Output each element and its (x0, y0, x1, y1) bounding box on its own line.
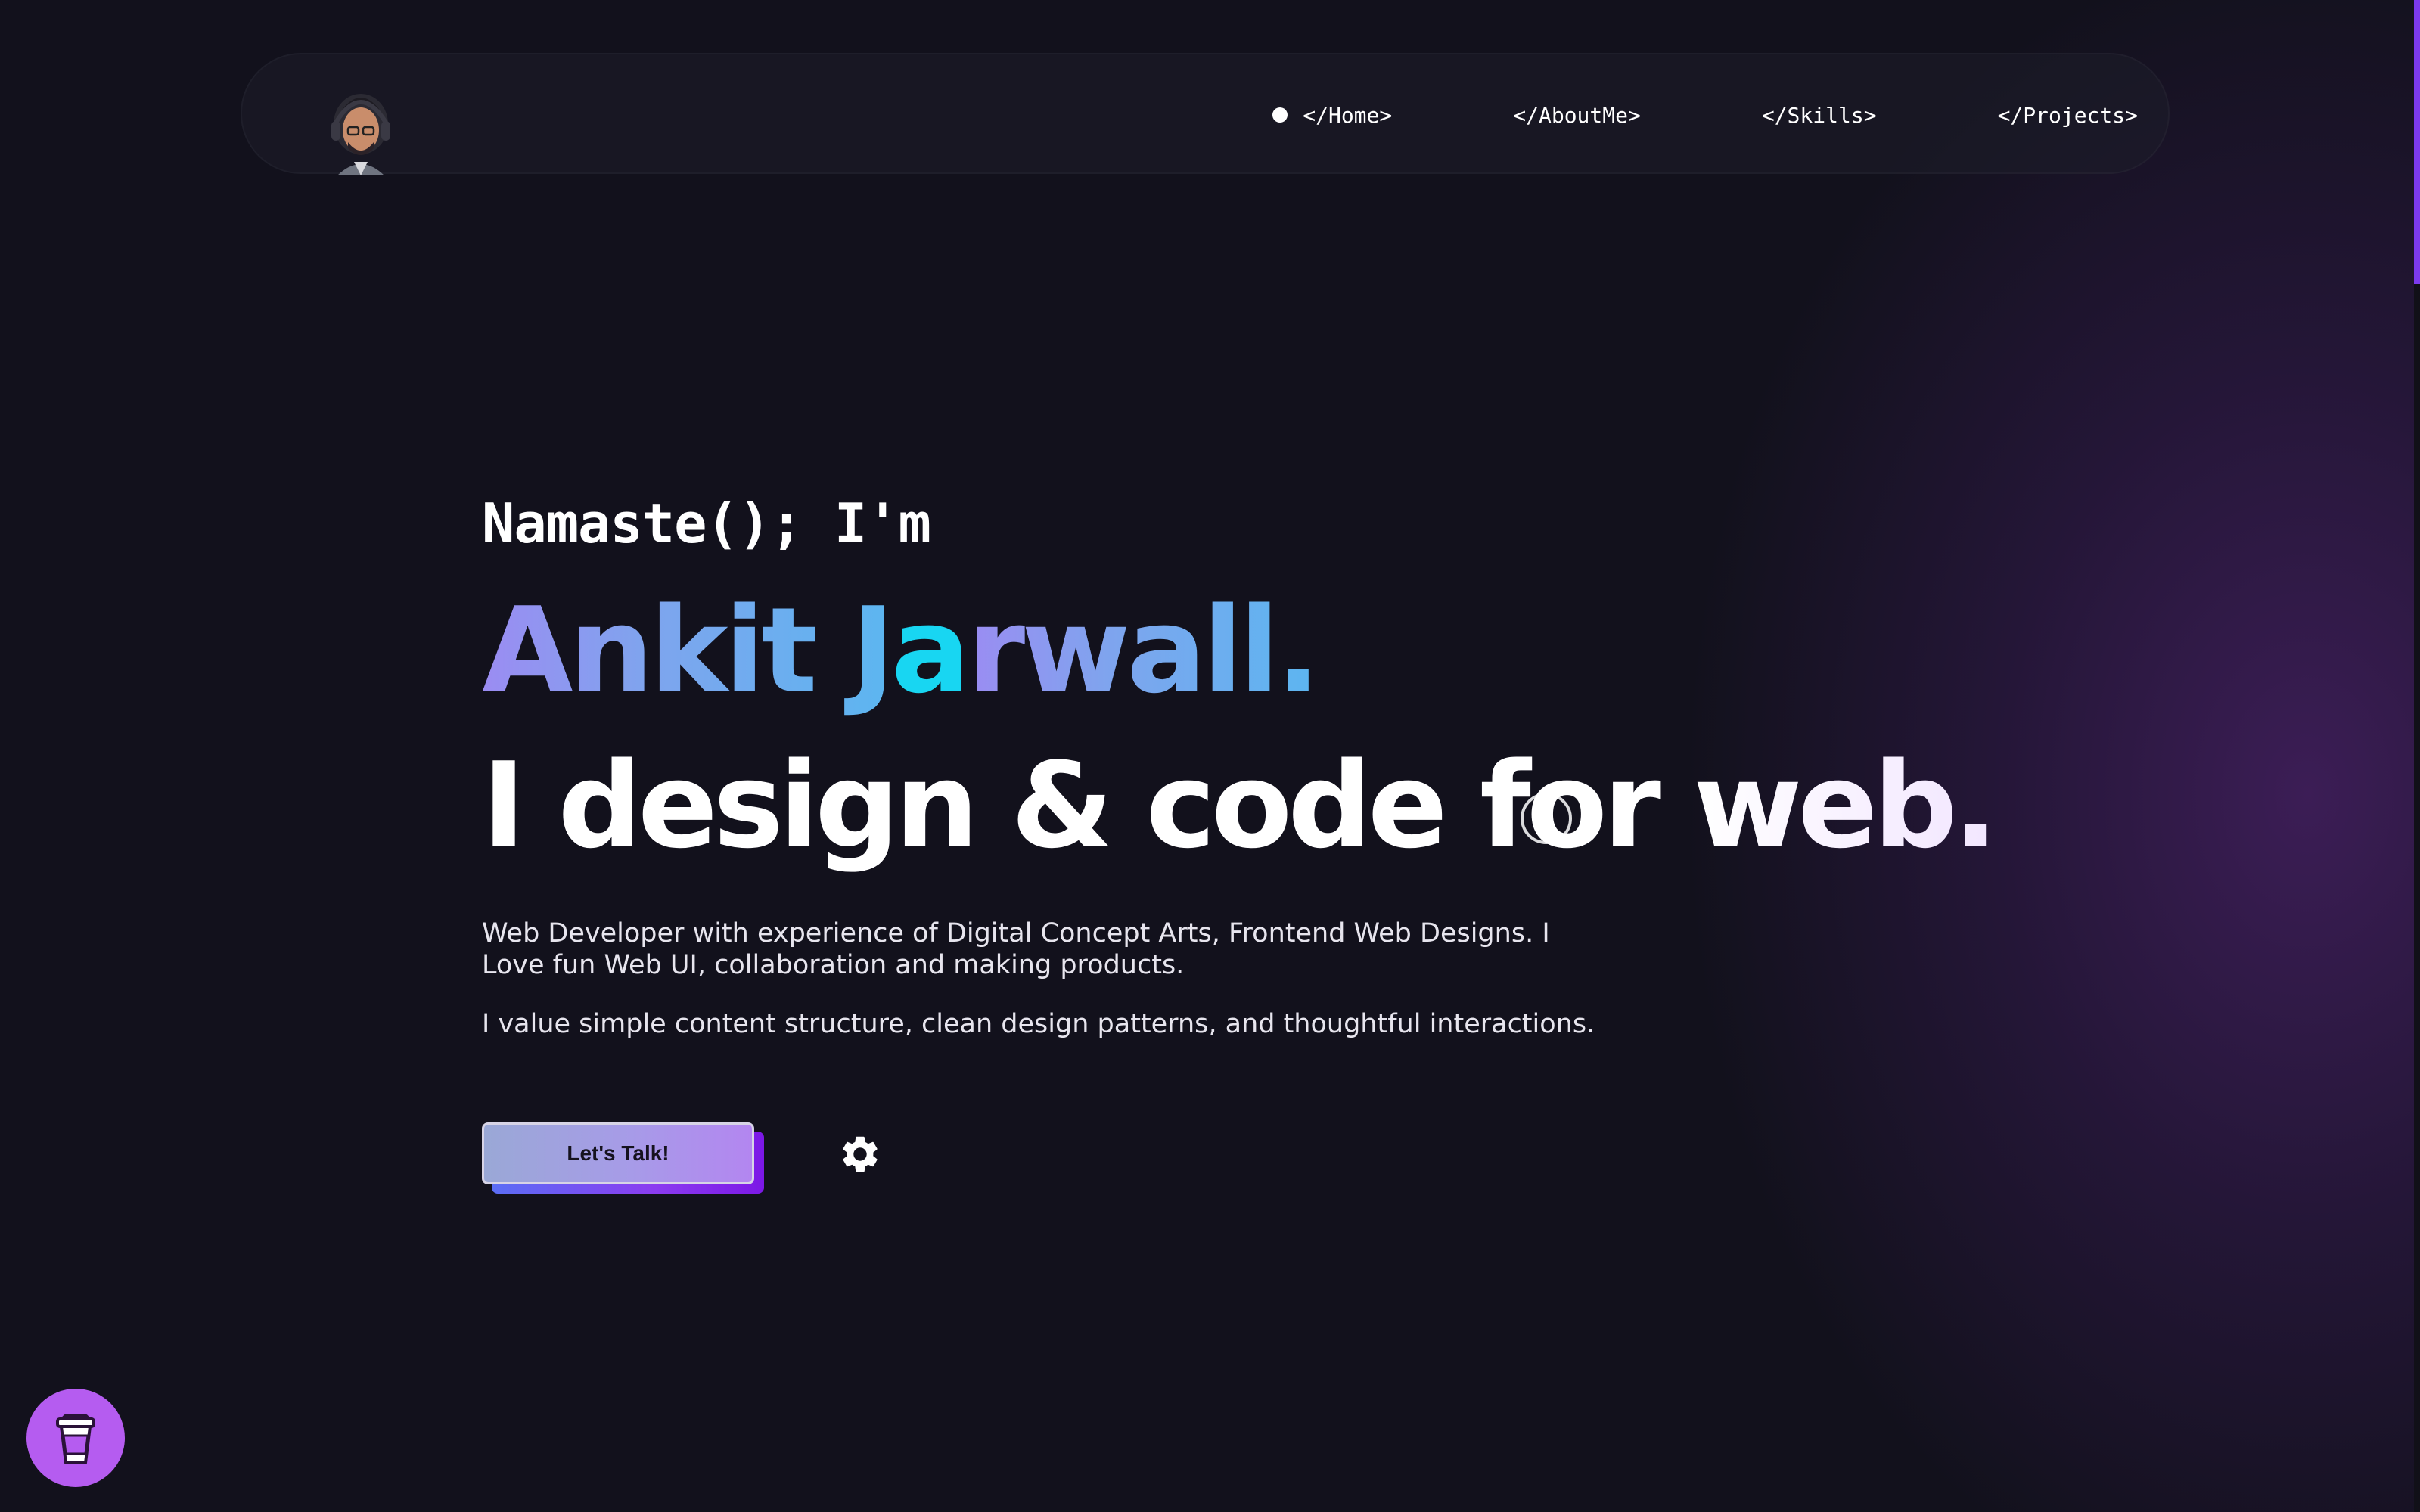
avatar-illustration (331, 94, 390, 175)
intro-paragraph: Web Developer with experience of Digital… (482, 918, 1550, 980)
active-dot-icon (1272, 107, 1288, 123)
nav-projects-label: </Projects> (1997, 102, 2138, 128)
buy-me-a-coffee-button[interactable] (26, 1389, 125, 1487)
nav-home-label: </Home> (1303, 102, 1393, 128)
avatar[interactable] (327, 86, 395, 175)
nav-projects[interactable]: </Projects> (1998, 103, 2138, 128)
nav-aboutme-label: </AboutMe> (1513, 102, 1641, 128)
nav-home[interactable]: </Home> (1272, 103, 1392, 128)
name-accent-letter: a (890, 582, 971, 719)
nav-skills-label: </Skills> (1761, 102, 1877, 128)
hero-name: Ankit Jarwall. (482, 575, 1321, 726)
nav-links: </Home> </AboutMe> </Skills> </Projects> (1272, 54, 2138, 175)
greeting: Namaste(); I'm (482, 492, 931, 555)
name-part1: Ankit J (482, 582, 895, 719)
hero-headline: I design & code for web. (482, 730, 1998, 881)
gear-icon[interactable] (838, 1132, 882, 1176)
coffee-cup-icon (56, 1414, 95, 1464)
page: </Home> </AboutMe> </Skills> </Projects>… (0, 0, 2420, 1512)
scrollbar-thumb[interactable] (2414, 0, 2420, 284)
navbar: </Home> </AboutMe> </Skills> </Projects> (241, 53, 2170, 175)
lets-talk-button[interactable]: Let's Talk! (482, 1122, 754, 1184)
nav-aboutme[interactable]: </AboutMe> (1513, 103, 1641, 128)
scrollbar-track[interactable] (2414, 0, 2420, 1512)
headline-part1: I design & code for (482, 737, 1694, 874)
values-paragraph: I value simple content structure, clean … (482, 1009, 1595, 1039)
headline-part2: web. (1693, 737, 1998, 874)
nav-skills[interactable]: </Skills> (1762, 103, 1877, 128)
name-part2: rwall. (967, 582, 1321, 719)
mouse-cursor-ring (1521, 793, 1572, 844)
